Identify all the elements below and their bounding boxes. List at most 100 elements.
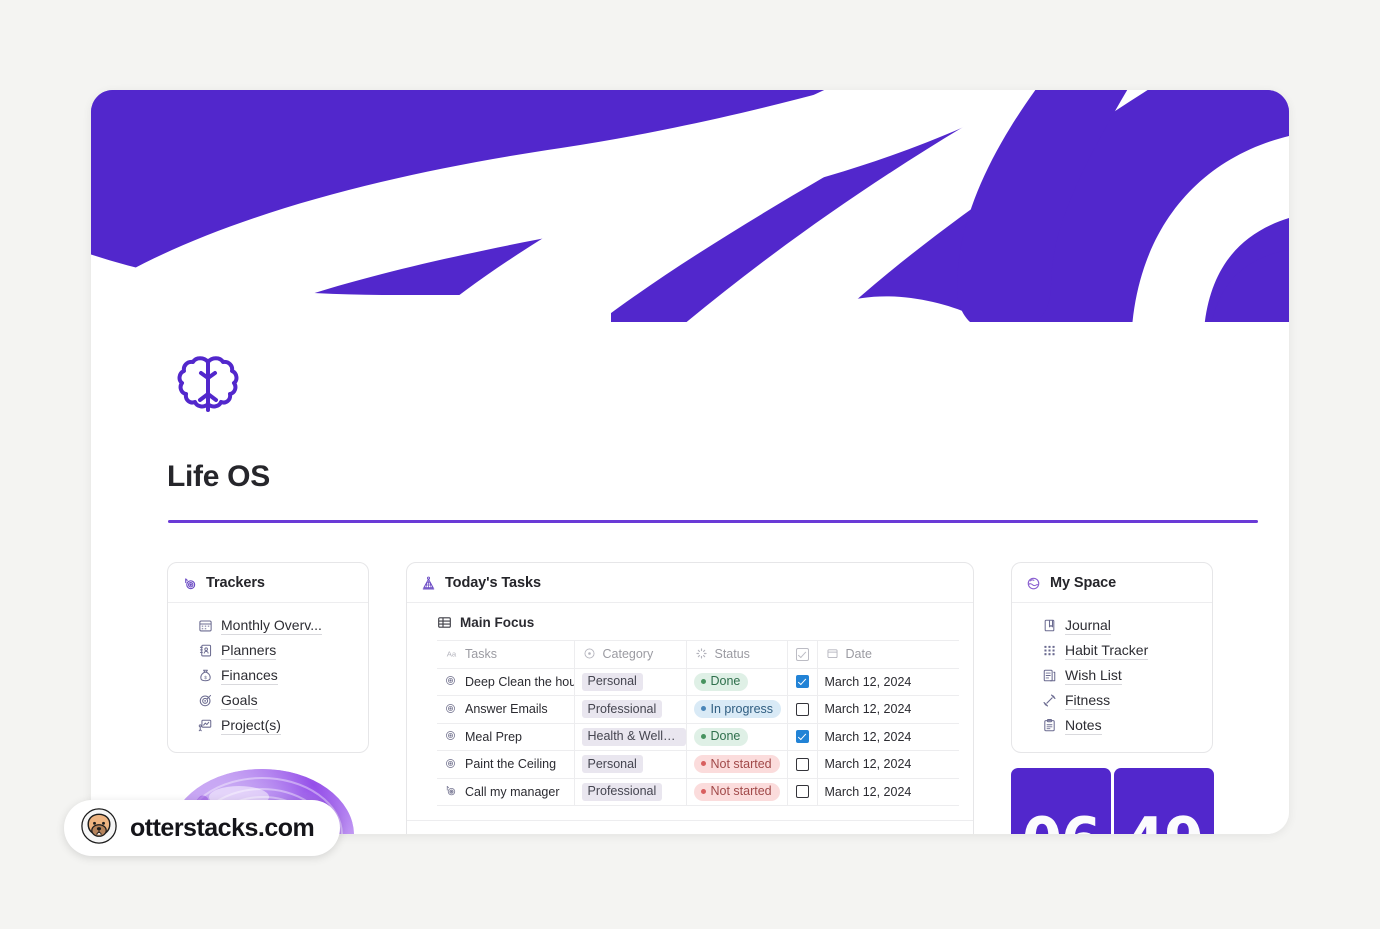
- category-badge: Personal: [581, 672, 643, 691]
- cell-task[interactable]: Answer Emails: [437, 695, 575, 724]
- cell-status[interactable]: Not started: [686, 778, 788, 806]
- table-row[interactable]: Meal Prep Health & Welln... Done March 12, …: [437, 723, 959, 751]
- date-value: March 12, 2024: [824, 784, 912, 799]
- database-title[interactable]: Main Focus: [407, 603, 973, 640]
- my-space-header: My Space: [1012, 563, 1212, 603]
- sidebar-item-notes[interactable]: Notes: [1012, 713, 1212, 738]
- row-checkbox[interactable]: [795, 675, 809, 689]
- svg-text:$: $: [204, 675, 207, 680]
- calendar-icon: [198, 618, 213, 633]
- column-header-label: Category: [602, 647, 654, 662]
- task-name: Answer Emails: [465, 702, 548, 717]
- column-header-date[interactable]: Date: [817, 640, 959, 669]
- sidebar-item-label: Goals: [221, 691, 258, 710]
- cell-category[interactable]: Professional: [574, 695, 687, 724]
- status-badge: Not started: [693, 782, 780, 801]
- watermark-text: otterstacks.com: [130, 813, 315, 842]
- task-name: Call my manager: [465, 784, 560, 799]
- tasks-table-header-row: Aa Tasks Category Status Date: [437, 640, 959, 669]
- row-checkbox[interactable]: [795, 730, 809, 744]
- cell-category[interactable]: Health & Welln...: [574, 723, 687, 751]
- cell-date[interactable]: March 12, 2024: [817, 778, 959, 806]
- sidebar-item-journal[interactable]: Journal: [1012, 613, 1212, 638]
- sidebar-item-projects[interactable]: Project(s): [168, 713, 368, 738]
- cell-checkbox[interactable]: [787, 778, 818, 806]
- table-row[interactable]: Call my manager Professional Not started Ma…: [437, 778, 959, 806]
- cell-date[interactable]: March 12, 2024: [817, 668, 959, 696]
- cell-category[interactable]: Personal: [574, 750, 687, 779]
- status-label: Done: [710, 729, 741, 744]
- cell-task[interactable]: Call my manager: [437, 778, 575, 806]
- clipboard-icon: [1042, 718, 1057, 733]
- checkbox-icon: [795, 647, 809, 661]
- cell-checkbox[interactable]: [787, 750, 818, 779]
- table-icon: [437, 615, 452, 630]
- clock-minute-panel: 49 THURSDAY: [1114, 768, 1214, 834]
- task-name: Meal Prep: [465, 729, 522, 744]
- cell-checkbox[interactable]: [787, 695, 818, 724]
- clock-minute: 49: [1114, 810, 1214, 834]
- cell-task[interactable]: Deep Clean the hou: [437, 668, 575, 696]
- cell-checkbox[interactable]: [787, 723, 818, 751]
- table-row[interactable]: Paint the Ceiling Personal Not started Marc…: [437, 750, 959, 779]
- row-checkbox[interactable]: [795, 702, 809, 716]
- flip-clock-widget: 06 PM 49 THURSDAY: [1011, 768, 1214, 834]
- sidebar-item-monthly-overview[interactable]: Monthly Overv...: [168, 613, 368, 638]
- cell-status[interactable]: Not started: [686, 750, 788, 779]
- column-header-checkbox[interactable]: [787, 640, 818, 669]
- status-badge: Done: [693, 672, 749, 691]
- sidebar-item-wish-list[interactable]: Wish List: [1012, 663, 1212, 688]
- row-checkbox[interactable]: [795, 757, 809, 771]
- cell-task[interactable]: Meal Prep: [437, 723, 575, 751]
- row-checkbox[interactable]: [795, 785, 809, 799]
- status-badge: Not started: [693, 755, 780, 774]
- spiral-page-icon: [444, 757, 459, 772]
- cell-status[interactable]: In progress: [686, 695, 788, 724]
- column-header-label: Tasks: [465, 647, 497, 662]
- table-row[interactable]: Answer Emails Professional In progress Marc…: [437, 695, 959, 724]
- spiral-page-icon: [444, 674, 459, 689]
- status-spinner-icon: [694, 647, 709, 662]
- spiral-arrow-icon: [444, 784, 459, 799]
- task-name: Deep Clean the hou: [465, 674, 574, 689]
- cell-date[interactable]: March 12, 2024: [817, 723, 959, 751]
- cell-category[interactable]: Professional: [574, 778, 687, 806]
- spiral-icon: [182, 576, 197, 591]
- task-name: Paint the Ceiling: [465, 757, 557, 772]
- cell-checkbox[interactable]: [787, 668, 818, 696]
- sidebar-item-fitness[interactable]: Fitness: [1012, 688, 1212, 713]
- cell-date[interactable]: March 12, 2024: [817, 750, 959, 779]
- sidebar-item-habit-tracker[interactable]: Habit Tracker: [1012, 638, 1212, 663]
- column-header-category[interactable]: Category: [574, 640, 687, 669]
- title-divider: [168, 520, 1258, 523]
- sidebar-item-goals[interactable]: Goals: [168, 688, 368, 713]
- gallery-view-title[interactable]: Gallery view: [407, 821, 973, 834]
- sidebar-item-label: Monthly Overv...: [221, 616, 322, 635]
- sidebar-item-planners[interactable]: Planners: [168, 638, 368, 663]
- sidebar-item-label: Wish List: [1065, 666, 1122, 685]
- sidebar-item-label: Fitness: [1065, 691, 1111, 710]
- cell-category[interactable]: Personal: [574, 668, 687, 696]
- cell-status[interactable]: Done: [686, 723, 788, 751]
- tasks-table: Aa Tasks Category Status Date Deep Clean…: [437, 640, 959, 806]
- sidebar-item-label: Project(s): [221, 716, 281, 735]
- status-dot-icon: [700, 761, 706, 767]
- presentation-icon: [198, 718, 213, 733]
- dumbbell-icon: [1042, 693, 1057, 708]
- status-dot-icon: [700, 678, 706, 684]
- column-header-status[interactable]: Status: [686, 640, 788, 669]
- screenshot-root: Life OS Trackers Monthly Overv... Planne…: [0, 0, 1380, 929]
- column-header-label: Status: [714, 647, 750, 662]
- column-header-tasks[interactable]: Aa Tasks: [437, 640, 575, 669]
- category-badge: Professional: [581, 782, 663, 801]
- database-title-label: Main Focus: [460, 615, 535, 630]
- gallery-view-label: Gallery view: [438, 833, 512, 834]
- sidebar-item-finances[interactable]: $ Finances: [168, 663, 368, 688]
- table-row[interactable]: Deep Clean the hou Personal Done March 12, …: [437, 668, 959, 696]
- cell-status[interactable]: Done: [686, 668, 788, 696]
- cell-date[interactable]: March 12, 2024: [817, 695, 959, 724]
- date-value: March 12, 2024: [824, 702, 912, 717]
- cell-task[interactable]: Paint the Ceiling: [437, 750, 575, 779]
- sidebar-item-label: Habit Tracker: [1065, 641, 1149, 660]
- status-label: In progress: [710, 701, 774, 716]
